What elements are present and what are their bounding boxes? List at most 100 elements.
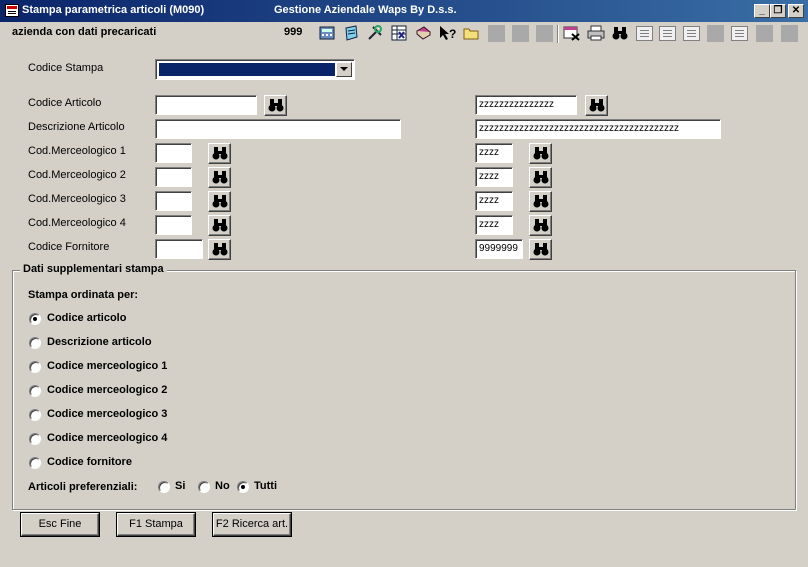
cod-merceologico-2-label: Cod.Merceologico 2 <box>28 169 126 181</box>
cod-merceologico-2-from-search-button[interactable] <box>208 167 231 188</box>
cod-merceologico-4-label: Cod.Merceologico 4 <box>28 217 126 229</box>
preferred-no-label[interactable]: No <box>215 480 230 492</box>
order-codice-fornitore-label[interactable]: Codice fornitore <box>47 456 132 468</box>
cod-merceologico-2-to-field[interactable]: zzzz <box>475 167 513 187</box>
preferred-si-radio[interactable] <box>158 481 170 493</box>
codice-fornitore-to-field[interactable]: 9999999 <box>475 239 523 259</box>
binoculars-icon[interactable] <box>611 24 629 42</box>
cod-merceologico-3-from-field[interactable] <box>155 191 192 211</box>
order-codice-merceologico-4-radio[interactable] <box>29 433 41 445</box>
f2-ricerca-button[interactable]: F2 Ricerca art. <box>213 513 291 536</box>
disabled-icon <box>536 25 553 42</box>
maximize-button[interactable]: ❐ <box>770 4 786 18</box>
list-disabled-icon <box>707 25 724 42</box>
help-icon[interactable]: ? <box>438 24 456 42</box>
binoculars-icon <box>212 243 228 256</box>
spreadsheet-icon[interactable] <box>390 24 408 42</box>
minimize-button[interactable]: _ <box>754 4 770 18</box>
company-code: 999 <box>284 26 303 38</box>
folder-icon[interactable] <box>462 24 480 42</box>
codice-articolo-label: Codice Articolo <box>28 97 102 109</box>
binoculars-icon <box>533 195 549 208</box>
order-descrizione-articolo-label[interactable]: Descrizione articolo <box>47 336 152 348</box>
binoculars-icon <box>589 99 605 112</box>
order-label: Stampa ordinata per: <box>28 289 139 301</box>
disabled-icon <box>781 25 798 42</box>
disabled-icon <box>756 25 773 42</box>
svg-text:?: ? <box>449 27 456 41</box>
cod-merceologico-1-from-field[interactable] <box>155 143 192 163</box>
cod-merceologico-3-label: Cod.Merceologico 3 <box>28 193 126 205</box>
printer-icon[interactable] <box>587 24 605 42</box>
cod-merceologico-4-to-field[interactable]: zzzz <box>475 215 513 235</box>
order-codice-merceologico-3-label[interactable]: Codice merceologico 3 <box>47 408 167 420</box>
disabled-icon <box>512 25 529 42</box>
codice-stampa-select[interactable] <box>155 59 355 80</box>
cod-merceologico-2-to-search-button[interactable] <box>529 167 552 188</box>
cod-merceologico-3-from-search-button[interactable] <box>208 191 231 212</box>
cod-merceologico-1-to-field[interactable]: zzzz <box>475 143 513 163</box>
cod-merceologico-4-from-field[interactable] <box>155 215 192 235</box>
cod-merceologico-2-from-field[interactable] <box>155 167 192 187</box>
order-codice-merceologico-1-label[interactable]: Codice merceologico 1 <box>47 360 167 372</box>
descrizione-articolo-to-field[interactable]: zzzzzzzzzzzzzzzzzzzzzzzzzzzzzzzzzzzzzzzz <box>475 119 721 139</box>
binoculars-icon <box>212 171 228 184</box>
cod-merceologico-1-from-search-button[interactable] <box>208 143 231 164</box>
notes-icon[interactable] <box>342 24 360 42</box>
esc-fine-button[interactable]: Esc Fine <box>21 513 99 536</box>
order-codice-articolo-radio[interactable] <box>29 313 41 325</box>
order-codice-merceologico-4-label[interactable]: Codice merceologico 4 <box>47 432 167 444</box>
order-codice-articolo-label[interactable]: Codice articolo <box>47 312 126 324</box>
preferred-tutti-radio[interactable] <box>237 481 249 493</box>
list-icon[interactable] <box>683 26 700 41</box>
preferred-label: Articoli preferenziali: <box>28 481 138 493</box>
binoculars-icon <box>212 195 228 208</box>
binoculars-icon <box>212 219 228 232</box>
cod-merceologico-1-label: Cod.Merceologico 1 <box>28 145 126 157</box>
calculator-icon[interactable] <box>318 24 336 42</box>
chevron-down-icon[interactable] <box>336 62 352 77</box>
title-bar[interactable]: Stampa parametrica articoli (M090) Gesti… <box>0 0 808 22</box>
order-codice-merceologico-2-radio[interactable] <box>29 385 41 397</box>
list-icon[interactable] <box>636 26 653 41</box>
codice-fornitore-from-field[interactable] <box>155 239 203 259</box>
company-name: azienda con dati precaricati <box>12 26 157 38</box>
cod-merceologico-3-to-field[interactable]: zzzz <box>475 191 513 211</box>
binoculars-icon <box>212 147 228 160</box>
cod-merceologico-4-to-search-button[interactable] <box>529 215 552 236</box>
calendar-close-icon[interactable] <box>563 24 581 42</box>
order-codice-merceologico-1-radio[interactable] <box>29 361 41 373</box>
binoculars-icon <box>533 219 549 232</box>
codice-articolo-to-search-button[interactable] <box>585 95 608 116</box>
order-descrizione-articolo-radio[interactable] <box>29 337 41 349</box>
list-icon[interactable] <box>659 26 676 41</box>
cod-merceologico-4-from-search-button[interactable] <box>208 215 231 236</box>
order-codice-merceologico-2-label[interactable]: Codice merceologico 2 <box>47 384 167 396</box>
list-icon[interactable] <box>731 26 748 41</box>
codice-articolo-from-field[interactable] <box>155 95 257 115</box>
tools-icon[interactable] <box>366 24 384 42</box>
order-codice-merceologico-3-radio[interactable] <box>29 409 41 421</box>
preferred-no-radio[interactable] <box>198 481 210 493</box>
codice-stampa-label: Codice Stampa <box>28 62 104 74</box>
app-title: Gestione Aziendale Waps By D.s.s. <box>274 4 457 16</box>
preferred-si-label[interactable]: Si <box>175 480 185 492</box>
app-window-icon[interactable] <box>5 4 19 17</box>
descrizione-articolo-from-field[interactable] <box>155 119 401 139</box>
codice-fornitore-to-search-button[interactable] <box>529 239 552 260</box>
binoculars-icon <box>533 147 549 160</box>
book-icon[interactable] <box>414 24 432 42</box>
close-button[interactable]: ✕ <box>788 4 804 18</box>
codice-articolo-to-field[interactable]: zzzzzzzzzzzzzzz <box>475 95 577 115</box>
toolbar-separator <box>557 25 559 43</box>
cod-merceologico-3-to-search-button[interactable] <box>529 191 552 212</box>
window-title: Stampa parametrica articoli (M090) <box>22 4 205 16</box>
cod-merceologico-1-to-search-button[interactable] <box>529 143 552 164</box>
f1-stampa-button[interactable]: F1 Stampa <box>117 513 195 536</box>
codice-fornitore-from-search-button[interactable] <box>208 239 231 260</box>
preferred-tutti-label[interactable]: Tutti <box>254 480 277 492</box>
binoculars-icon <box>533 243 549 256</box>
codice-articolo-from-search-button[interactable] <box>264 95 287 116</box>
descrizione-articolo-label: Descrizione Articolo <box>28 121 125 133</box>
order-codice-fornitore-radio[interactable] <box>29 457 41 469</box>
